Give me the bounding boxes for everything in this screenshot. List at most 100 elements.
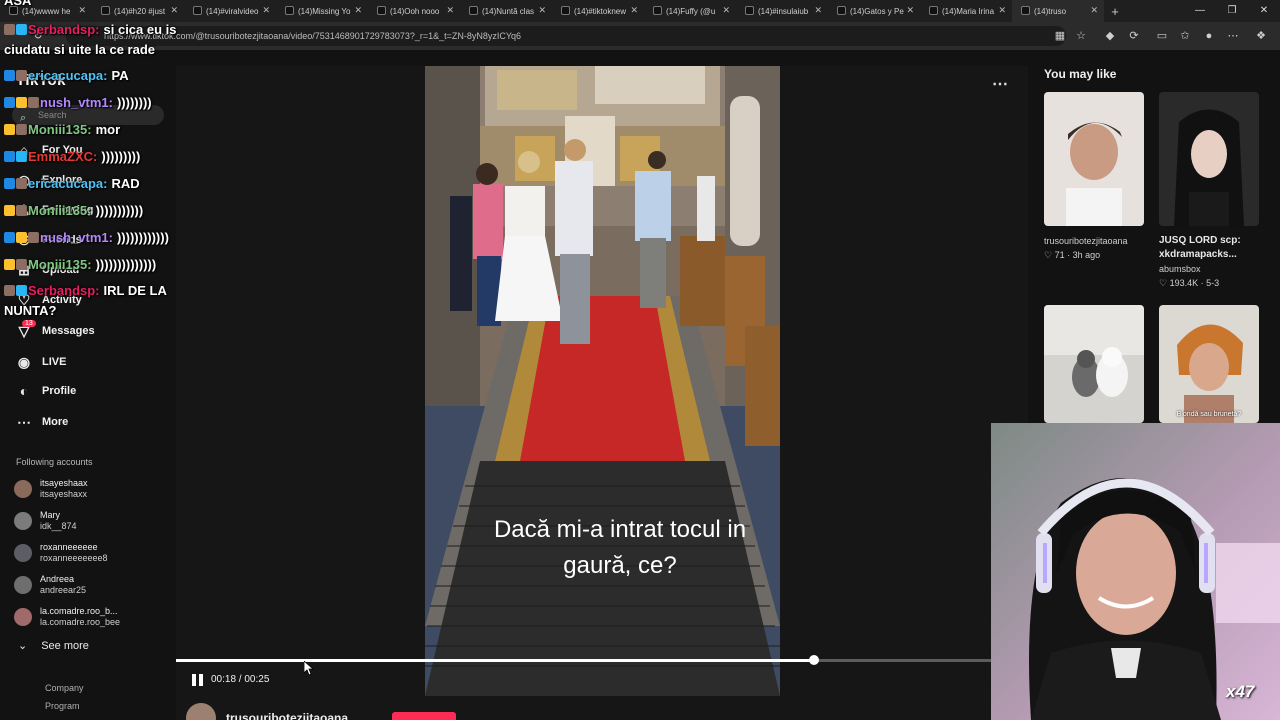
browser-tab[interactable]: (14)Gatos y Pe ✕ <box>828 0 920 22</box>
tab-label: (14)Gatos y Pe <box>850 6 904 16</box>
pause-icon[interactable] <box>190 672 206 688</box>
browser-tab[interactable]: (14)#viralvideo ✕ <box>184 0 276 22</box>
close-tab-icon[interactable]: ✕ <box>446 5 454 16</box>
close-window-icon[interactable]: ✕ <box>1248 0 1280 22</box>
chat-message: ericacucapa: RAD <box>4 176 140 191</box>
extension-icon[interactable]: ◆ <box>1102 28 1118 44</box>
badge-icon <box>16 70 27 81</box>
browser-tab-active[interactable]: (14)truso ✕ <box>1012 0 1104 22</box>
recommended-video-card[interactable]: Blondă sau brunetă? <box>1159 305 1259 423</box>
video-thumbnail[interactable] <box>1044 305 1144 423</box>
chat-text: PA <box>111 68 129 83</box>
following-account[interactable]: la.comadre.roo_b... la.comadre.roo_bee <box>14 604 120 630</box>
chat-username: Moniii135: <box>28 122 92 137</box>
browser-tab[interactable]: (14)Missing Yo ✕ <box>276 0 368 22</box>
close-tab-icon[interactable]: ✕ <box>354 5 362 16</box>
restore-icon[interactable]: ❐ <box>1216 0 1248 22</box>
following-account[interactable]: roxanneeeeee roxanneeeeeee8 <box>14 540 108 566</box>
see-more-button[interactable]: ⌄ See more <box>18 639 89 652</box>
browser-tab[interactable]: (14)#insulaiub ✕ <box>736 0 828 22</box>
account-name: la.comadre.roo_b... <box>40 606 118 616</box>
footer-link[interactable]: Company <box>45 683 84 693</box>
browser-tab[interactable]: (14)#h20 #just ✕ <box>92 0 184 22</box>
browser-tab[interactable]: (14)Nuntă clas ✕ <box>460 0 552 22</box>
recommended-video-card[interactable]: JUSQ LORD scp: xkdramapacks... abumsbox … <box>1159 92 1259 290</box>
chat-text: IRL DE LA <box>103 283 167 298</box>
author-name[interactable]: trusouribotezjitaoana <box>226 711 348 720</box>
video-thumbnail[interactable] <box>1044 92 1144 226</box>
chat-message: nush_vtm1:)))))))) <box>4 95 152 110</box>
sync-icon[interactable]: ⟳ <box>1126 28 1142 44</box>
tiktok-favicon-icon <box>469 6 478 15</box>
star-icon[interactable]: ☆ <box>1073 28 1089 44</box>
following-account[interactable]: itsayeshaax itsayeshaxx <box>14 476 88 502</box>
badge-icon <box>4 232 15 243</box>
badge-icon <box>4 70 15 81</box>
chat-username: Serbandsp: <box>28 22 100 37</box>
account-name: Mary <box>40 510 60 520</box>
mouse-cursor-icon <box>303 660 315 680</box>
chat-message: NUNTA? <box>4 303 56 318</box>
browser-tab[interactable]: (14)Maria Irina ✕ <box>920 0 1012 22</box>
minimize-icon[interactable]: — <box>1184 0 1216 22</box>
close-tab-icon[interactable]: ✕ <box>262 5 270 16</box>
chat-text: )))))))) <box>116 95 152 110</box>
search-placeholder: Search <box>38 110 67 120</box>
chat-message: Moniii135:))))))))))) <box>4 203 143 218</box>
screen: (14)wwww he ✕ (14)#h20 #just ✕ (14)#viralv… <box>0 0 1280 720</box>
nav-live[interactable]: ◉ LIVE <box>14 351 67 373</box>
close-tab-icon[interactable]: ✕ <box>722 5 730 16</box>
account-handle: itsayeshaxx <box>40 489 88 499</box>
tiktok-favicon-icon <box>653 6 662 15</box>
video-progress-bar[interactable] <box>176 655 991 665</box>
apps-icon[interactable]: ▦ <box>1052 28 1068 44</box>
browser-tab-bar: (14)wwww he ✕ (14)#h20 #just ✕ (14)#viralv… <box>0 0 1280 22</box>
close-tab-icon[interactable]: ✕ <box>538 5 546 16</box>
card-user[interactable]: trusouribotezjitaoana <box>1044 234 1144 248</box>
avatar <box>14 480 32 498</box>
browser-tab[interactable]: (14)Fuffy (@u ✕ <box>644 0 736 22</box>
recommended-video-card[interactable] <box>1044 305 1144 423</box>
video-thumbnail[interactable] <box>1159 92 1259 226</box>
tab-label: (14)Fuffy (@u <box>666 6 716 16</box>
nav-more[interactable]: ⋯ More <box>14 411 68 433</box>
tab-label: (14)#h20 #just <box>114 6 166 16</box>
recommended-video-card[interactable]: trusouribotezjitaoana ♡ 71 · 3h ago <box>1044 92 1144 262</box>
new-tab-button[interactable]: + <box>1104 4 1126 19</box>
nav-label: Profile <box>42 385 77 397</box>
close-tab-icon[interactable]: ✕ <box>906 5 914 16</box>
avatar <box>14 576 32 594</box>
footer-link[interactable]: Program <box>45 701 80 711</box>
more-options-icon[interactable]: ⋯ <box>992 74 1008 94</box>
browser-tab[interactable]: (14)#tiktoknew ✕ <box>552 0 644 22</box>
profile-avatar-icon[interactable]: ● <box>1201 28 1217 44</box>
menu-dots-icon[interactable]: ⋯ <box>1225 28 1241 44</box>
video-thumbnail[interactable]: Blondă sau brunetă? <box>1159 305 1259 423</box>
copilot-icon[interactable]: ❖ <box>1253 28 1269 44</box>
chat-username: ericacucapa: <box>28 68 108 83</box>
close-tab-icon[interactable]: ✕ <box>170 5 178 16</box>
following-account[interactable]: Andreea andreear25 <box>14 572 86 598</box>
close-tab-icon[interactable]: ✕ <box>1090 5 1098 16</box>
url-input[interactable]: https://www.tiktok.com/@trusouribotezjit… <box>66 26 1066 46</box>
video-player[interactable] <box>425 66 780 696</box>
tiktok-favicon-icon <box>101 6 110 15</box>
close-tab-icon[interactable]: ✕ <box>630 5 638 16</box>
close-tab-icon[interactable]: ✕ <box>78 5 86 16</box>
browser-tab[interactable]: (14)Ooh nooo ✕ <box>368 0 460 22</box>
split-icon[interactable]: ▭ <box>1154 28 1170 44</box>
tab-label: (14)Nuntă clas <box>482 6 535 16</box>
video-author[interactable]: trusouribotezjitaoana <box>186 703 348 720</box>
nav-profile[interactable]: ◐ Profile <box>14 380 76 402</box>
following-account[interactable]: Mary idk__874 <box>14 508 77 534</box>
close-tab-icon[interactable]: ✕ <box>814 5 822 16</box>
follow-button[interactable] <box>392 712 456 720</box>
badge-icon <box>4 124 15 135</box>
card-user[interactable]: abumsbox <box>1159 262 1259 276</box>
favorites-icon[interactable]: ✩ <box>1177 28 1193 44</box>
chat-username: Serbandsp: <box>28 283 100 298</box>
chat-username: Moniii135: <box>28 257 92 272</box>
address-bar-row: ↻ https://www.tiktok.com/@trusouribotezj… <box>0 22 1280 50</box>
tiktok-favicon-icon <box>745 6 754 15</box>
close-tab-icon[interactable]: ✕ <box>998 5 1006 16</box>
